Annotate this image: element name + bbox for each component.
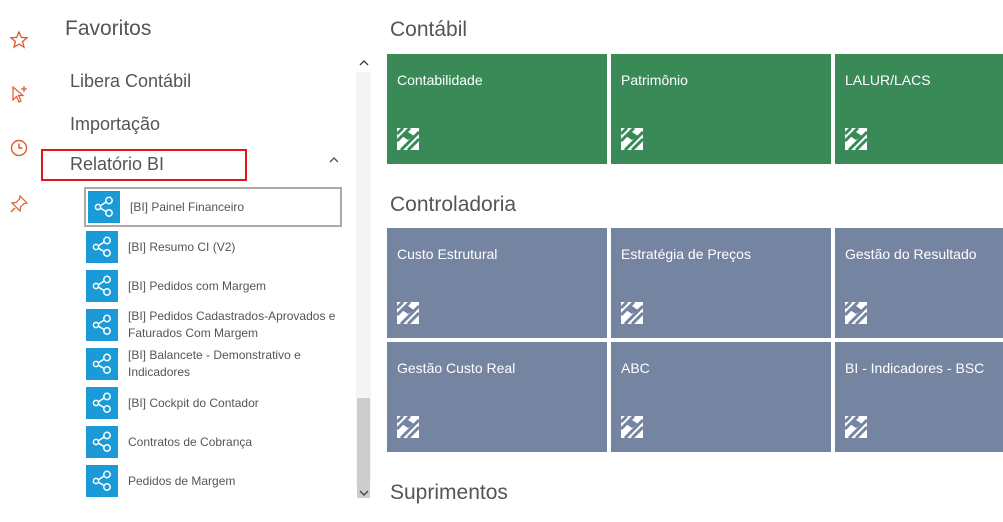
favorite-item-libera-contabil[interactable]: Libera Contábil <box>70 71 191 92</box>
share-nodes-icon <box>88 191 120 223</box>
report-label: [BI] Cockpit do Contador <box>128 395 259 410</box>
tile-label: Gestão Custo Real <box>397 360 516 376</box>
icon-rail <box>0 0 40 522</box>
tile-label: ABC <box>621 360 650 376</box>
tile-label: Contabilidade <box>397 72 483 88</box>
module-logo-icon <box>621 302 643 324</box>
report-label: [BI] Resumo CI (V2) <box>128 239 236 254</box>
scroll-down-icon[interactable] <box>356 486 371 500</box>
scrollbar-thumb[interactable] <box>357 398 370 498</box>
tile-label: Estratégia de Preços <box>621 246 751 262</box>
report-item[interactable]: [BI] Resumo CI (V2) <box>86 228 342 266</box>
tile-gestao-custo-real[interactable]: Gestão Custo Real <box>387 342 607 452</box>
share-nodes-icon <box>86 231 118 263</box>
favorites-scrollbar[interactable] <box>356 56 371 502</box>
cursor-plus-icon[interactable] <box>9 84 29 104</box>
tile-label: BI - Indicadores - BSC <box>845 360 985 376</box>
module-logo-icon <box>621 128 643 150</box>
star-icon[interactable] <box>9 30 29 50</box>
report-item[interactable]: [BI] Painel Financeiro <box>84 187 342 227</box>
report-label: Contratos de Cobrança <box>128 434 253 449</box>
module-logo-icon <box>397 302 419 324</box>
tile-label: Patrimônio <box>621 72 688 88</box>
module-logo-icon <box>845 416 867 438</box>
tile-abc[interactable]: ABC <box>611 342 831 452</box>
tile-patrimonio[interactable]: Patrimônio <box>611 54 831 164</box>
report-label: [BI] Pedidos Cadastrados-Aprovados e Fat… <box>128 309 336 340</box>
report-label: [BI] Pedidos com Margem <box>128 278 267 293</box>
tile-label: Custo Estrutural <box>397 246 498 262</box>
section-title-controladoria: Controladoria <box>390 193 517 216</box>
section-title-contabil: Contábil <box>390 18 468 41</box>
report-item[interactable]: [BI] Cockpit do Contador <box>86 384 342 422</box>
report-item[interactable]: Pedidos de Margem <box>86 462 342 500</box>
favorites-title: Favoritos <box>65 17 152 40</box>
tile-estrategia-de-precos[interactable]: Estratégia de Preços <box>611 228 831 338</box>
tile-custo-estrutural[interactable]: Custo Estrutural <box>387 228 607 338</box>
favorite-item-importacao[interactable]: Importação <box>70 114 160 135</box>
module-logo-icon <box>397 128 419 150</box>
scroll-up-icon[interactable] <box>356 56 371 70</box>
report-item[interactable]: [BI] Pedidos Cadastrados-Aprovados e Fat… <box>86 306 342 344</box>
tile-bi-indicadores-bsc[interactable]: BI - Indicadores - BSC <box>835 342 1003 452</box>
tile-label: LALUR/LACS <box>845 72 931 88</box>
report-label: [BI] Painel Financeiro <box>130 199 245 214</box>
scrollbar-track[interactable] <box>356 72 371 498</box>
report-item[interactable]: [BI] Balancete - Demonstrativo e Indicad… <box>86 345 342 383</box>
report-item[interactable]: Contratos de Cobrança <box>86 423 342 461</box>
section-title-suprimentos: Suprimentos <box>390 481 508 504</box>
tile-gestao-do-resultado[interactable]: Gestão do Resultado <box>835 228 1003 338</box>
module-logo-icon <box>621 416 643 438</box>
chevron-up-icon[interactable] <box>327 153 341 167</box>
module-logo-icon <box>397 416 419 438</box>
tile-contabilidade[interactable]: Contabilidade <box>387 54 607 164</box>
highlight-annotation-box <box>41 149 247 181</box>
module-logo-icon <box>845 128 867 150</box>
share-nodes-icon <box>86 465 118 497</box>
tile-lalur-lacs[interactable]: LALUR/LACS <box>835 54 1003 164</box>
report-label: [BI] Balancete - Demonstrativo e Indicad… <box>128 348 301 379</box>
report-item[interactable]: [BI] Pedidos com Margem <box>86 267 342 305</box>
tile-label: Gestão do Resultado <box>845 246 977 262</box>
pin-icon[interactable] <box>9 194 29 214</box>
module-logo-icon <box>845 302 867 324</box>
report-label: Pedidos de Margem <box>128 473 236 488</box>
share-nodes-icon <box>86 426 118 458</box>
share-nodes-icon <box>86 309 118 341</box>
clock-icon[interactable] <box>9 138 29 158</box>
share-nodes-icon <box>86 387 118 419</box>
share-nodes-icon <box>86 270 118 302</box>
share-nodes-icon <box>86 348 118 380</box>
